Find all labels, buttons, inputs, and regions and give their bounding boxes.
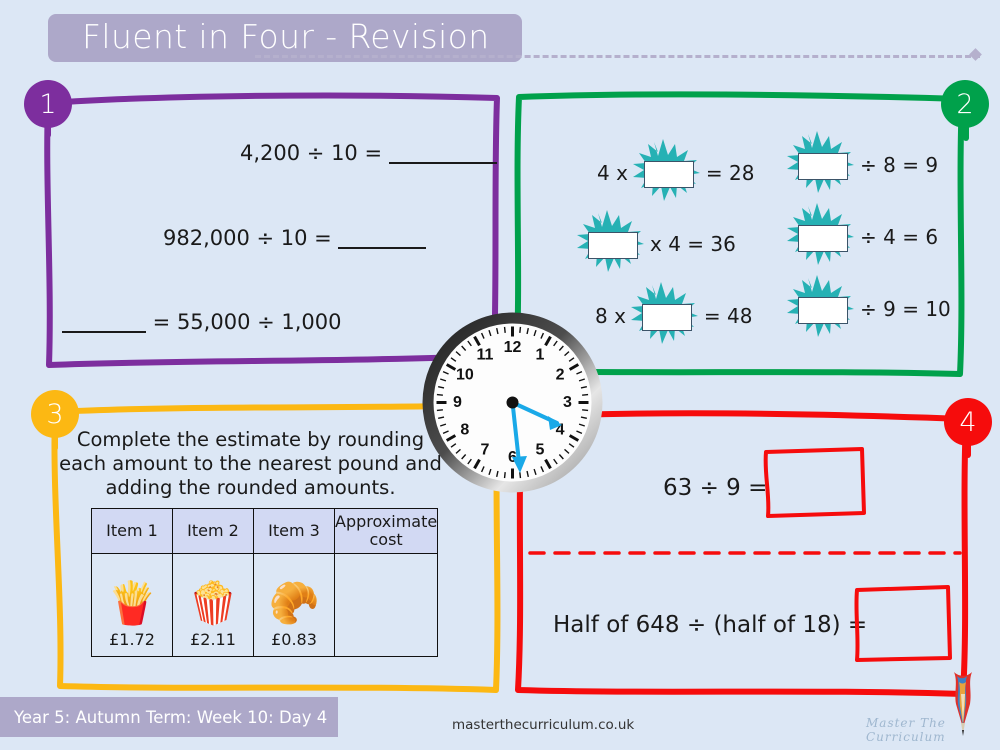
q2-item-5-suffix: ÷ 4 = 6 (860, 225, 939, 249)
clock-numeral-2: 2 (556, 367, 565, 384)
q2-item-1: 4 x = 28 (597, 136, 755, 210)
q2-answer-box-3[interactable] (641, 304, 692, 331)
q2-item-1-suffix: = 28 (705, 161, 755, 185)
fries-icon: 🍟 (106, 579, 158, 627)
q2-item-6: ÷ 9 = 10 (782, 272, 951, 346)
estimate-table: Item 1 Item 2 Item 3 Approximate cost 🍟 … (91, 508, 439, 657)
table-header-approximate-cost: Approximate cost (333, 508, 439, 554)
title-dash-end-diamond (969, 48, 982, 61)
price-item-2: £2.11 (190, 630, 236, 649)
splat-icon (568, 207, 654, 281)
q4-equation-1: 63 ÷ 9 = (663, 475, 768, 501)
q2-item-2-suffix: x 4 = 36 (650, 232, 736, 256)
clock-numeral-9: 9 (453, 394, 462, 411)
clock-centre-pin (506, 396, 519, 409)
splat-icon (624, 136, 710, 210)
lesson-label: Year 5: Autumn Term: Week 10: Day 4 (14, 707, 328, 727)
splat-icon (778, 272, 864, 346)
q2-answer-box-4[interactable] (798, 153, 848, 180)
clock-numeral-1: 1 (536, 346, 545, 363)
q2-item-4: ÷ 8 = 9 (782, 128, 938, 202)
clock-numeral-11: 11 (477, 346, 494, 363)
q2-item-3-suffix: = 48 (703, 304, 753, 328)
q2-item-6-suffix: ÷ 9 = 10 (860, 297, 951, 321)
clock-numeral-3: 3 (563, 394, 572, 411)
q4-answer-box-1 (763, 447, 866, 518)
q2-item-5: ÷ 4 = 6 (782, 200, 938, 274)
clock-numeral-12: 12 (504, 339, 522, 356)
q1-equation-3: = 55,000 ÷ 1,000 (62, 310, 342, 334)
pencil-logo-icon (954, 672, 972, 736)
analogue-clock: 121234567891011 (422, 312, 603, 493)
price-item-1: £1.72 (109, 630, 155, 649)
q2-item-4-suffix: ÷ 8 = 9 (860, 153, 939, 177)
lesson-badge: Year 5: Autumn Term: Week 10: Day 4 (0, 697, 338, 737)
q2-item-3: 8 x = 48 (595, 279, 753, 353)
splat-icon (778, 200, 864, 274)
q3-instruction: Complete the estimate by rounding each a… (59, 428, 442, 499)
website-url: masterthecurriculum.co.uk (452, 717, 635, 733)
q1-equation-3-text: = 55,000 ÷ 1,000 (146, 310, 342, 334)
table-cell-approximate-cost-answer[interactable] (333, 553, 439, 657)
table-header-item-2: Item 2 (172, 508, 254, 554)
splat-icon (622, 279, 708, 353)
q2-answer-box-1[interactable] (643, 161, 694, 188)
q1-equation-2-text: 982,000 ÷ 10 = (163, 226, 339, 250)
price-item-3: £0.83 (271, 630, 317, 649)
table-cell-item-1: 🍟 £1.72 (91, 553, 173, 657)
table-header-row: Item 1 Item 2 Item 3 Approximate cost (91, 508, 439, 554)
panel-badge-1: 1 (24, 80, 72, 128)
table-row: 🍟 £1.72 🍿 £2.11 🥐 £0.83 (91, 553, 439, 657)
q1-equation-1-text: 4,200 ÷ 10 = (240, 141, 389, 165)
table-header-item-1: Item 1 (91, 508, 173, 554)
croissant-icon: 🥐 (268, 579, 320, 627)
table-cell-item-3: 🥐 £0.83 (253, 553, 335, 657)
q2-answer-box-5[interactable] (798, 225, 848, 252)
q1-answer-blank-3[interactable] (62, 331, 146, 333)
panel-badge-4: 4 (944, 398, 992, 446)
q2-answer-box-2[interactable] (588, 232, 638, 259)
q1-equation-1: 4,200 ÷ 10 = (240, 141, 497, 165)
q1-equation-2: 982,000 ÷ 10 = (163, 226, 427, 250)
q4-equation-2: Half of 648 ÷ (half of 18) = (553, 612, 868, 638)
q1-answer-blank-1[interactable] (388, 162, 497, 164)
clock-numeral-5: 5 (536, 442, 545, 459)
popcorn-icon: 🍿 (187, 579, 239, 627)
clock-numeral-8: 8 (460, 422, 469, 439)
page-title: Fluent in Four - Revision (82, 17, 490, 56)
q2-answer-box-6[interactable] (798, 297, 848, 324)
q2-item-2: x 4 = 36 (572, 207, 736, 281)
q4-answer-box-2 (854, 585, 952, 662)
table-cell-item-2: 🍿 £2.11 (172, 553, 254, 657)
q1-answer-blank-2[interactable] (338, 247, 427, 249)
table-header-item-3: Item 3 (253, 508, 335, 554)
panel-badge-2: 2 (941, 80, 989, 128)
clock-numeral-7: 7 (481, 442, 490, 459)
splat-icon (778, 128, 864, 202)
title-dashed-rule (255, 55, 980, 58)
clock-numeral-10: 10 (456, 367, 474, 384)
worksheet-page: Fluent in Four - Revision 1 2 3 4 4,200 … (0, 0, 1000, 750)
